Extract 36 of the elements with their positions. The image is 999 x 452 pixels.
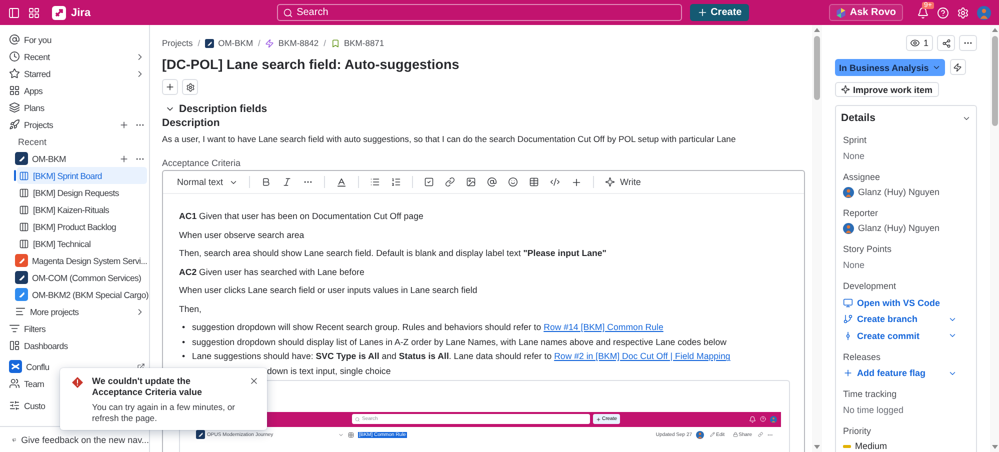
issue-title: [DC-POL] Lane search field: Auto-suggestions <box>162 56 460 74</box>
breadcrumb-separator: / <box>324 38 326 48</box>
field-value: None <box>843 259 866 271</box>
breadcrumb-separator: / <box>258 38 260 48</box>
field-value: No time logged <box>843 404 905 416</box>
field-label: Reporter <box>843 207 880 219</box>
field-label: Releases <box>843 350 882 362</box>
field-label: Assignee <box>843 171 882 183</box>
list-item: suggestion dropdown will show Recent search group. Rules and behaviors should refer to Row #14 [BKM] Common Rule <box>192 321 664 334</box>
field-label: Development <box>843 280 898 292</box>
paragraph: AC2 Given user has searched with Lane before <box>179 266 366 278</box>
breadcrumb-separator: / <box>198 38 200 48</box>
paragraph: When user observe search area <box>179 228 306 242</box>
field-label: Acceptance Criteria <box>162 158 242 169</box>
field-label: Time tracking <box>843 388 898 400</box>
toast-message: You can try again in a few minutes, or refresh the page. <box>92 402 236 424</box>
field-label: Priority <box>843 425 872 437</box>
description-text: As a user, I want to have Lane search field with auto suggestions, so that I can do the search Documentation Cut Off by POL setup with particular Lane <box>162 133 737 146</box>
bullet: • <box>182 336 186 349</box>
list-item: Lane suggestions should have: SVC Type is All and Status is All. Lane data should refer to Row #2 in [BKM] Doc Cut Off | Field Mapping <box>192 350 730 364</box>
paragraph: Then, <box>179 302 202 316</box>
card-title: Details <box>841 112 876 124</box>
paragraph: Then, search area should show Lane search field. Default is blank and display label text "Please input Lane" <box>179 247 608 260</box>
section-label: Recent <box>17 136 48 148</box>
app-name: Jira <box>71 6 91 18</box>
paragraph: AC1 Given that user has been on Documentation Cut Off page <box>179 210 424 223</box>
field-label: Story Points <box>843 243 893 255</box>
bullet: • <box>182 350 186 364</box>
paragraph: When user clicks Lane search field or user inputs values in Lane search field <box>179 284 478 297</box>
bullet: • <box>182 321 186 334</box>
field-label: Sprint <box>843 134 868 146</box>
list-item: suggestion dropdown should display list of Lanes in A-Z order by Lane Names, with Lane names above and respective Lane codes below <box>192 336 726 349</box>
toast-title: We couldn't update the Acceptance Criteria value <box>92 376 204 398</box>
field-heading: Description <box>162 117 221 129</box>
field-value: None <box>843 150 866 162</box>
list-item: down is text input, single choice <box>267 364 391 378</box>
